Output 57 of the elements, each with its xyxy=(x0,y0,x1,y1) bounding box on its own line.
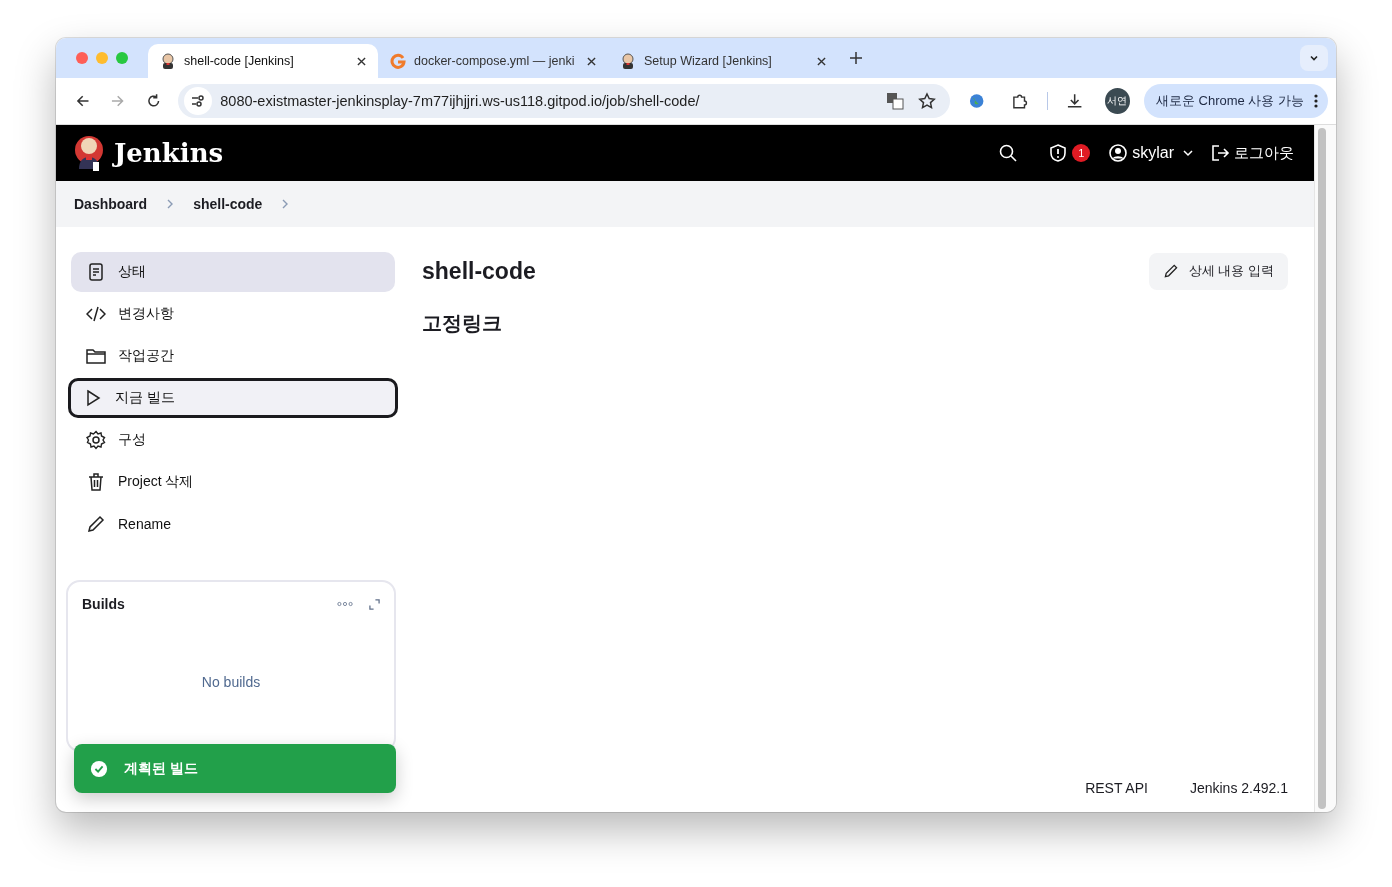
logout-icon xyxy=(1210,143,1230,163)
address-bar[interactable]: 8080-existmaster-jenkinsplay-7m77ijhjjri.ws-us118.gitpod.io/job/shell-code/ xyxy=(178,84,950,118)
update-chrome-button[interactable]: 새로운 Chrome 사용 가능 xyxy=(1143,84,1328,118)
download-icon[interactable] xyxy=(1065,92,1083,110)
user-menu[interactable]: skylar xyxy=(1132,144,1174,162)
plus-icon[interactable] xyxy=(850,52,862,64)
sidebar-item[interactable]: 구성 xyxy=(71,420,395,460)
browser-tab[interactable]: docker-compose.yml — jenki xyxy=(378,44,608,78)
site-settings-icon[interactable] xyxy=(184,87,213,115)
trash-icon xyxy=(86,472,106,492)
breadcrumb-link[interactable]: shell-code xyxy=(193,196,263,212)
puzzle-icon[interactable] xyxy=(1011,92,1029,110)
search-icon[interactable] xyxy=(998,143,1019,163)
footer-link[interactable]: REST API xyxy=(1085,780,1148,796)
globe-icon[interactable] xyxy=(967,92,986,110)
pencil-icon xyxy=(86,514,106,534)
close-icon[interactable] xyxy=(817,56,826,66)
section-heading: 고정링크 xyxy=(422,311,503,336)
footer-link[interactable]: Jenkins 2.492.1 xyxy=(1189,780,1288,796)
empty-message: No builds xyxy=(201,674,261,690)
pencil-icon xyxy=(1162,263,1179,279)
page-title: shell-code xyxy=(422,257,536,285)
toast-message: 계획된 빌드 xyxy=(124,759,198,778)
close-icon[interactable] xyxy=(357,56,366,66)
sidebar-item[interactable]: 상태 xyxy=(71,252,395,292)
user-icon xyxy=(1108,143,1129,163)
profile-avatar[interactable]: 서연 xyxy=(1104,88,1130,114)
butler-icon xyxy=(160,53,176,69)
folder-icon xyxy=(86,346,106,366)
edit-description-button[interactable]: 상세 내용 입력 xyxy=(1148,252,1288,290)
butler-logo-icon[interactable] xyxy=(74,133,104,173)
browser-tab[interactable]: Setup Wizard [Jenkins] xyxy=(608,44,838,78)
sidebar-item[interactable]: Project 삭제 xyxy=(71,462,395,502)
shield-icon[interactable] xyxy=(1048,143,1069,163)
sidebar-item[interactable]: Rename xyxy=(71,504,395,544)
close-icon[interactable] xyxy=(587,56,596,66)
gear-icon xyxy=(86,430,106,450)
browser-tab[interactable]: shell-code [Jenkins] xyxy=(148,44,378,78)
code-icon xyxy=(86,304,106,324)
translate-icon[interactable] xyxy=(885,92,904,110)
butler-icon xyxy=(620,53,636,69)
check-circle-icon xyxy=(90,759,108,778)
expand-icon[interactable] xyxy=(369,598,380,610)
sidebar-item[interactable]: 작업공간 xyxy=(71,336,395,376)
sidebar-item[interactable]: 변경사항 xyxy=(71,294,395,334)
sidebar-item[interactable]: 지금 빌드 xyxy=(68,378,398,418)
star-icon[interactable] xyxy=(917,92,936,110)
builds-title: Builds xyxy=(82,596,125,612)
security-count-badge[interactable]: 1 xyxy=(1072,144,1091,162)
jenkins-logo-text[interactable]: Jenkins xyxy=(114,138,224,168)
chevron-down-icon[interactable] xyxy=(1182,147,1194,159)
g-logo-icon xyxy=(390,53,406,69)
scrollbar[interactable] xyxy=(1314,125,1336,812)
document-icon xyxy=(86,262,106,282)
breadcrumb-link[interactable]: Dashboard xyxy=(74,196,148,212)
logout-link[interactable]: 로그아웃 xyxy=(1234,143,1294,163)
more-icon[interactable] xyxy=(1314,94,1318,108)
